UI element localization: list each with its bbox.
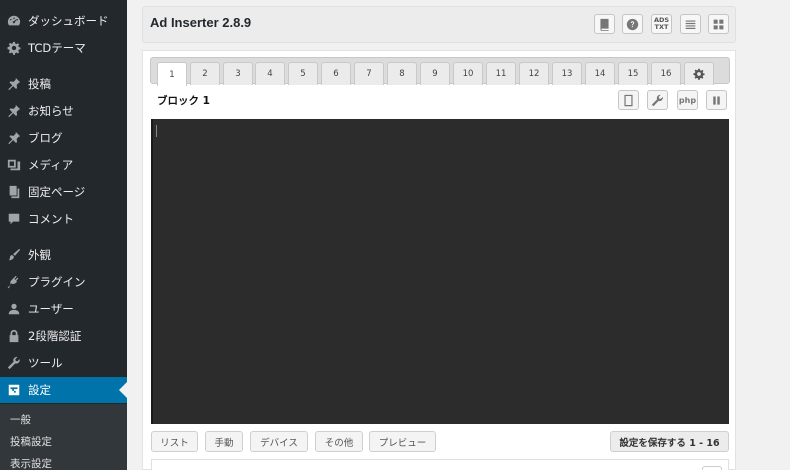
sidebar-item-blog[interactable]: ブログ: [0, 125, 127, 151]
ads-txt-icon: ADS TXT: [653, 16, 670, 31]
sidebar-item-label: 外観: [28, 248, 51, 262]
sidebar-item-label: コメント: [28, 212, 74, 226]
pin-icon: [0, 131, 28, 145]
submenu-item-general[interactable]: 一般: [10, 412, 31, 427]
sidebar-item-label: ツール: [28, 356, 63, 370]
list-view-button[interactable]: [680, 14, 701, 34]
other-button[interactable]: その他: [315, 431, 363, 452]
tab-block-10[interactable]: 10: [453, 62, 483, 85]
device-view-button[interactable]: [618, 90, 639, 110]
tab-block-8[interactable]: 8: [387, 62, 417, 85]
options-section: [151, 459, 729, 470]
sidebar-item-posts[interactable]: 投稿: [0, 71, 127, 97]
settings-icon: [0, 383, 28, 397]
sidebar-item-settings[interactable]: 設定: [0, 377, 127, 403]
preview-button[interactable]: プレビュー: [369, 431, 436, 452]
sidebar-item-news[interactable]: お知らせ: [0, 98, 127, 124]
sidebar-item-label: 固定ページ: [28, 185, 86, 199]
sidebar-item-label: 2段階認証: [28, 329, 82, 343]
tab-block-14[interactable]: 14: [585, 62, 615, 85]
documentation-button[interactable]: [594, 14, 615, 34]
gear-icon: [0, 41, 28, 55]
sidebar-item-plugins[interactable]: プラグイン: [0, 269, 127, 295]
page-title: Ad Inserter 2.8.9: [150, 15, 252, 30]
user-icon: [0, 302, 28, 316]
sidebar-item-label: 設定: [28, 383, 51, 397]
grid-view-button[interactable]: [708, 14, 729, 34]
tab-block-1[interactable]: 1: [157, 62, 187, 86]
tab-settings[interactable]: [684, 62, 714, 85]
tab-block-16[interactable]: 16: [651, 62, 681, 85]
tablet-icon: [624, 94, 633, 106]
sidebar-item-label: ダッシュボード: [28, 14, 109, 28]
admin-sidebar: ダッシュボード TCDテーマ 投稿 お知らせ ブログ メディア 固定ページ コメ…: [0, 0, 127, 470]
sidebar-item-users[interactable]: ユーザー: [0, 296, 127, 322]
submenu-item-reading[interactable]: 表示設定: [10, 456, 52, 470]
media-icon: [0, 158, 28, 172]
sidebar-item-tools[interactable]: ツール: [0, 350, 127, 376]
book-icon: [600, 18, 609, 31]
wrench-icon: [0, 356, 28, 370]
tab-block-11[interactable]: 11: [486, 62, 516, 85]
ad-block-panel: 1 2 3 4 5 6 7 8 9 10 11 12 13 14 15 16 ブ…: [142, 50, 736, 470]
device-button[interactable]: デバイス: [250, 431, 308, 452]
sidebar-item-label: ユーザー: [28, 302, 74, 316]
lock-icon: [0, 329, 28, 343]
grid-icon: [713, 19, 724, 29]
text-cursor: [156, 125, 157, 137]
options-toggle[interactable]: [702, 466, 722, 470]
active-indicator: [119, 382, 127, 398]
help-button[interactable]: [622, 14, 643, 34]
list-button[interactable]: リスト: [151, 431, 198, 452]
submenu-item-writing[interactable]: 投稿設定: [10, 434, 52, 449]
block-tabs: 1 2 3 4 5 6 7 8 9 10 11 12 13 14 15 16: [150, 57, 730, 86]
sidebar-item-label: TCDテーマ: [28, 41, 86, 55]
sidebar-item-label: お知らせ: [28, 104, 74, 118]
sidebar-item-label: 投稿: [28, 77, 51, 91]
block-title: ブロック 1: [157, 95, 210, 107]
sidebar-item-label: プラグイン: [28, 275, 86, 289]
pin-icon: [0, 104, 28, 118]
pin-icon: [0, 77, 28, 91]
list-icon: [685, 19, 696, 29]
tab-block-6[interactable]: 6: [321, 62, 351, 85]
tab-block-3[interactable]: 3: [223, 62, 253, 85]
sidebar-item-media[interactable]: メディア: [0, 152, 127, 178]
sidebar-item-appearance[interactable]: 外観: [0, 242, 127, 268]
sidebar-item-tcd-theme[interactable]: TCDテーマ: [0, 35, 127, 61]
sidebar-item-pages[interactable]: 固定ページ: [0, 179, 127, 205]
manual-button[interactable]: 手動: [205, 431, 243, 452]
comment-icon: [0, 212, 28, 226]
tab-block-9[interactable]: 9: [420, 62, 450, 85]
pause-icon: [713, 95, 720, 105]
code-editor[interactable]: [151, 119, 729, 424]
plugin-icon: [0, 275, 28, 289]
php-icon: php: [678, 95, 697, 105]
tab-block-15[interactable]: 15: [618, 62, 648, 85]
ads-txt-button[interactable]: ADS TXT: [651, 14, 672, 34]
wrench-icon: [651, 94, 663, 106]
tab-block-13[interactable]: 13: [552, 62, 582, 85]
plugin-header: Ad Inserter 2.8.9 ADS TXT: [142, 6, 736, 43]
php-toggle-button[interactable]: php: [677, 90, 698, 110]
save-settings-button[interactable]: 設定を保存する 1 - 16: [610, 431, 729, 452]
sidebar-item-dashboard[interactable]: ダッシュボード: [0, 8, 127, 34]
tab-block-5[interactable]: 5: [288, 62, 318, 85]
tab-block-7[interactable]: 7: [354, 62, 384, 85]
sidebar-item-two-factor[interactable]: 2段階認証: [0, 323, 127, 349]
pause-button[interactable]: [706, 90, 727, 110]
sidebar-item-comments[interactable]: コメント: [0, 206, 127, 232]
tab-block-4[interactable]: 4: [255, 62, 285, 85]
tab-block-2[interactable]: 2: [190, 62, 220, 85]
sidebar-item-label: メディア: [28, 158, 74, 172]
help-icon: [626, 18, 639, 30]
settings-submenu: 一般 投稿設定 表示設定: [0, 404, 127, 470]
tools-button[interactable]: [647, 90, 668, 110]
page-icon: [0, 185, 28, 199]
brush-icon: [0, 248, 28, 262]
gear-icon: [693, 68, 705, 80]
tab-block-12[interactable]: 12: [519, 62, 549, 85]
sidebar-item-label: ブログ: [28, 131, 63, 145]
dashboard-icon: [0, 14, 28, 28]
